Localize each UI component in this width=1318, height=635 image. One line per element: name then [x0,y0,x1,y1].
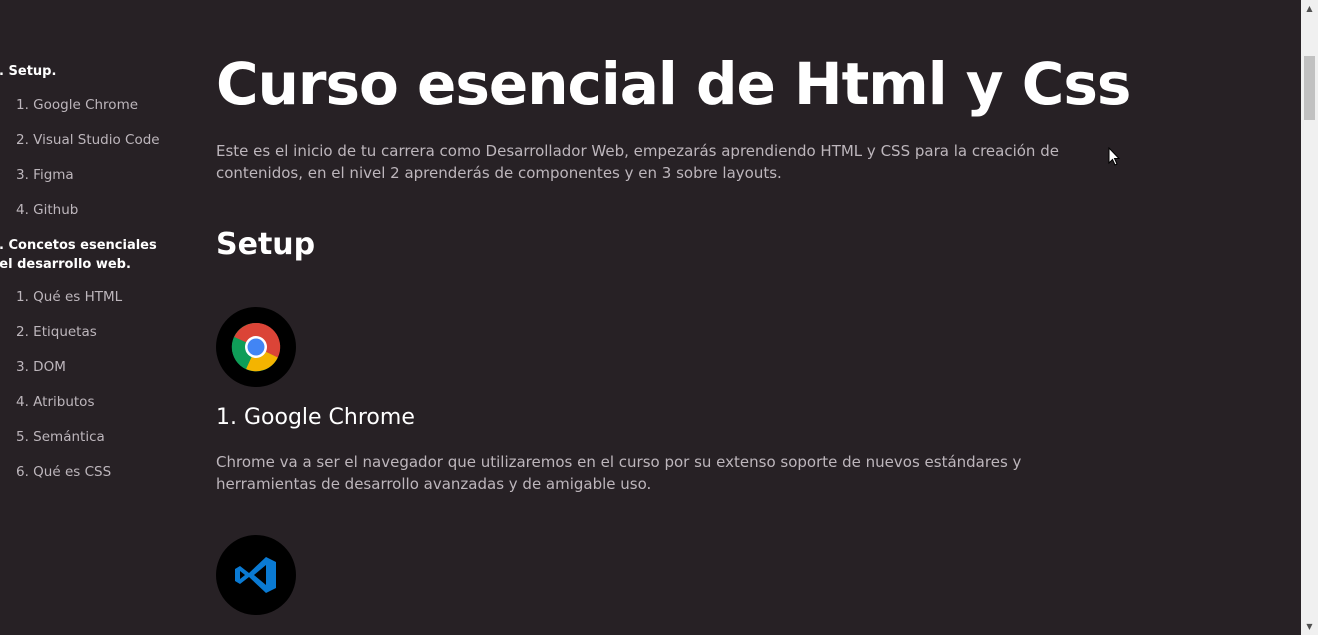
sidebar-item-github[interactable]: 4. Github [16,201,78,219]
sidebar-item-que-es-css[interactable]: 6. Qué es CSS [16,463,111,481]
page-title: Curso esencial de Html y Css [216,50,1131,118]
tool-title-google-chrome: 1. Google Chrome [216,405,415,430]
sidebar-item-semantica[interactable]: 5. Semántica [16,428,105,446]
sidebar-item-atributos[interactable]: 4. Atributos [16,393,94,411]
tool-description-google-chrome: Chrome va a ser el navegador que utiliza… [216,453,1022,493]
sidebar-section-conceptos[interactable]: 2. Concetos esenciales del desarrollo we… [0,236,180,274]
sidebar-section-setup[interactable]: 1. Setup. [0,62,170,81]
scroll-up-arrow-icon[interactable]: ▲ [1301,0,1318,17]
scroll-down-arrow-icon[interactable]: ▼ [1301,618,1318,635]
sidebar-item-figma[interactable]: 3. Figma [16,166,74,184]
sidebar-item-google-chrome[interactable]: 1. Google Chrome [16,96,138,114]
sidebar-item-etiquetas[interactable]: 2. Etiquetas [16,323,97,341]
chrome-icon [216,307,296,387]
sidebar-item-que-es-html[interactable]: 1. Qué es HTML [16,288,122,306]
intro-paragraph: Este es el inicio de tu carrera como Des… [216,142,1059,182]
sidebar-item-dom[interactable]: 3. DOM [16,358,66,376]
section-title-setup: Setup [216,227,316,262]
vscode-icon [216,535,296,615]
vertical-scrollbar[interactable]: ▲ ▼ [1301,0,1318,635]
scrollbar-thumb[interactable] [1304,56,1315,120]
sidebar-item-visual-studio-code[interactable]: 2. Visual Studio Code [16,131,160,149]
sidebar-nav: 1. Setup. 1. Google Chrome 2. Visual Stu… [0,0,190,635]
mouse-cursor-icon [1108,146,1121,171]
